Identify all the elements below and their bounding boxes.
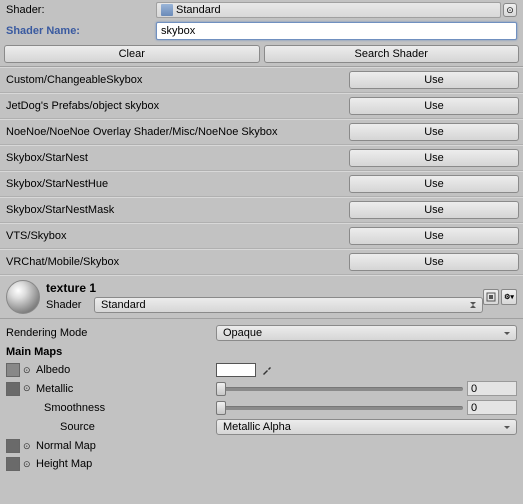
shader-result-row: Skybox/StarNestHueUse — [0, 171, 523, 197]
shader-label: Shader: — [6, 4, 156, 16]
metallic-slider[interactable] — [216, 387, 463, 391]
metallic-texture-slot[interactable] — [6, 382, 20, 396]
expand-icon[interactable]: ⊙ — [23, 383, 33, 394]
shader-field-value: Standard — [176, 4, 221, 16]
albedo-color-swatch[interactable] — [216, 363, 256, 377]
use-button[interactable]: Use — [349, 97, 519, 115]
shader-result-row: Skybox/StarNestMaskUse — [0, 197, 523, 223]
clear-button[interactable]: Clear — [4, 45, 260, 63]
shader-result-row: VRChat/Mobile/SkyboxUse — [0, 249, 523, 275]
heightmap-texture-slot[interactable] — [6, 457, 20, 471]
shader-result-row: VTS/SkyboxUse — [0, 223, 523, 249]
albedo-label: Albedo — [36, 364, 70, 376]
shader-result-row: Skybox/StarNestUse — [0, 145, 523, 171]
material-preview-sphere — [6, 280, 40, 314]
main-maps-header: Main Maps — [6, 346, 216, 358]
shader-result-name: VTS/Skybox — [4, 230, 349, 242]
shader-name-input[interactable] — [156, 22, 517, 40]
shader-result-row: Custom/ChangeableSkyboxUse — [0, 67, 523, 93]
shader-result-name: Skybox/StarNestMask — [4, 204, 349, 216]
heightmap-label: Height Map — [36, 458, 92, 470]
expand-icon[interactable]: ⊙ — [23, 459, 33, 470]
eyedropper-icon[interactable] — [260, 363, 274, 377]
smoothness-value-field[interactable]: 0 — [467, 400, 517, 415]
source-dropdown[interactable]: Metallic Alpha — [216, 419, 517, 435]
use-button[interactable]: Use — [349, 123, 519, 141]
use-button[interactable]: Use — [349, 175, 519, 193]
slider-thumb[interactable] — [216, 401, 226, 415]
shader-result-name: Skybox/StarNest — [4, 152, 349, 164]
shader-field[interactable]: Standard — [156, 2, 501, 18]
help-button[interactable] — [483, 289, 499, 305]
rendering-mode-dropdown[interactable]: Opaque — [216, 325, 517, 341]
shader-result-name: NoeNoe/NoeNoe Overlay Shader/Misc/NoeNoe… — [4, 126, 349, 138]
smoothness-label: Smoothness — [44, 402, 105, 414]
shader-result-row: JetDog's Prefabs/object skyboxUse — [0, 93, 523, 119]
expand-icon[interactable]: ⊙ — [23, 365, 33, 376]
material-shader-label: Shader — [46, 299, 90, 311]
shader-picker-button[interactable]: ⊙ — [503, 3, 517, 17]
shader-result-name: Custom/ChangeableSkybox — [4, 74, 349, 86]
expand-icon[interactable]: ⊙ — [23, 441, 33, 452]
search-shader-button[interactable]: Search Shader — [264, 45, 520, 63]
material-name: texture 1 — [46, 281, 483, 295]
shader-result-name: Skybox/StarNestHue — [4, 178, 349, 190]
shadername-label: Shader Name: — [6, 25, 156, 37]
shader-result-name: VRChat/Mobile/Skybox — [4, 256, 349, 268]
metallic-label: Metallic — [36, 383, 73, 395]
slider-thumb[interactable] — [216, 382, 226, 396]
smoothness-slider[interactable] — [216, 406, 463, 410]
source-label: Source — [60, 421, 95, 433]
rendering-mode-label: Rendering Mode — [6, 327, 216, 339]
use-button[interactable]: Use — [349, 227, 519, 245]
settings-gear-button[interactable]: ⚙▾ — [501, 289, 517, 305]
normalmap-texture-slot[interactable] — [6, 439, 20, 453]
metallic-value-field[interactable]: 0 — [467, 381, 517, 396]
use-button[interactable]: Use — [349, 149, 519, 167]
use-button[interactable]: Use — [349, 71, 519, 89]
shader-result-name: JetDog's Prefabs/object skybox — [4, 100, 349, 112]
material-shader-dropdown[interactable]: Standard — [94, 297, 483, 313]
albedo-texture-slot[interactable] — [6, 363, 20, 377]
shader-result-row: NoeNoe/NoeNoe Overlay Shader/Misc/NoeNoe… — [0, 119, 523, 145]
normalmap-label: Normal Map — [36, 440, 96, 452]
use-button[interactable]: Use — [349, 201, 519, 219]
use-button[interactable]: Use — [349, 253, 519, 271]
shader-type-icon — [161, 4, 173, 16]
